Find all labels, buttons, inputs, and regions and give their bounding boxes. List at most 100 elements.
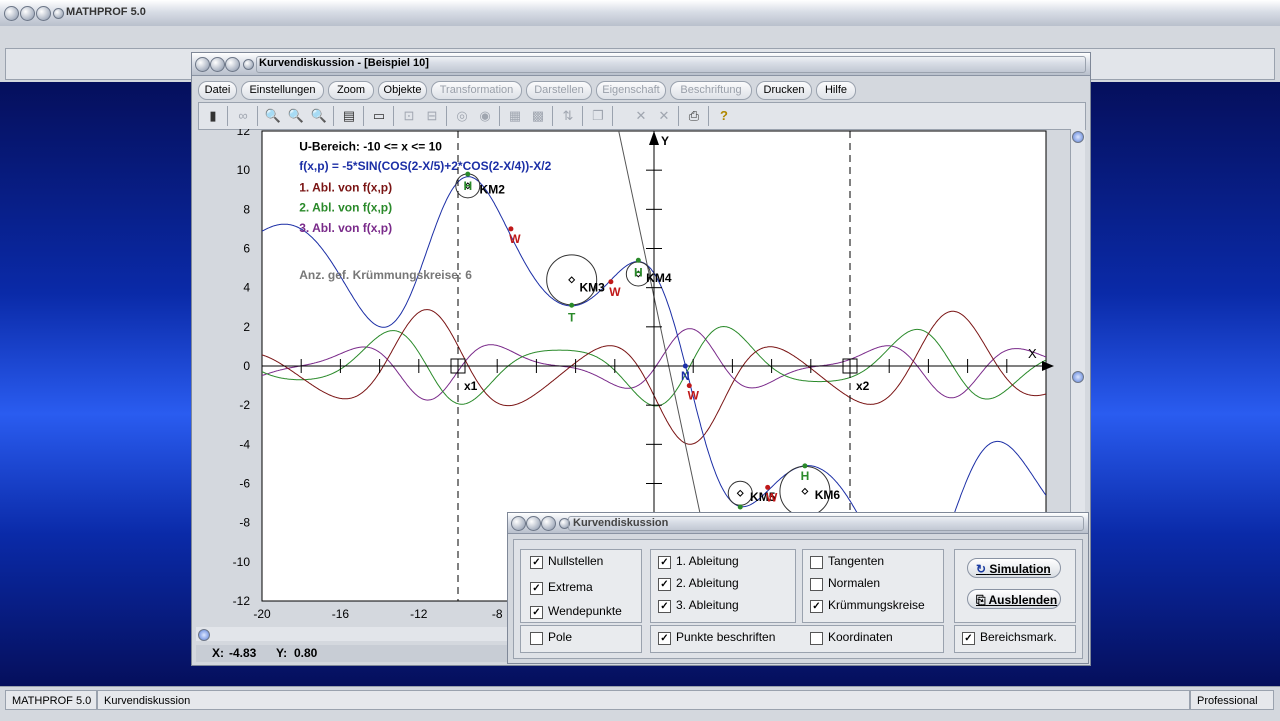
info-deriv3: 3. Abl. von f(x,p) <box>299 221 392 235</box>
curve-panel: Kurvendiskussion ✓ Nullstellen ✓ Extrema… <box>507 512 1089 664</box>
abl1-checkbox[interactable]: ✓ <box>658 556 671 569</box>
x-coord-label: X: <box>212 646 224 660</box>
window-minimize-icon[interactable] <box>210 57 225 72</box>
horizontal-scrollbar[interactable] <box>196 627 516 641</box>
inflection-label: W <box>766 490 778 504</box>
toolbar-separator <box>499 106 500 126</box>
scroll-thumb[interactable] <box>1072 371 1084 383</box>
zoom-in-icon[interactable]: 🔍 <box>309 106 329 126</box>
calculator-icon[interactable]: ▮ <box>203 106 223 126</box>
ausblenden-button[interactable]: ⎘ Ausblenden <box>967 589 1061 609</box>
menu-eigenschaft[interactable]: Eigenschaft <box>596 81 666 100</box>
zoom-icon[interactable]: 🔍 <box>286 106 306 126</box>
hscroll-left-icon[interactable] <box>198 629 210 641</box>
menu-objekte[interactable]: Objekte <box>378 81 427 100</box>
table-icon[interactable]: ▦ <box>505 106 525 126</box>
graph-menubar: Datei Einstellungen Zoom Objekte Transfo… <box>198 79 1083 101</box>
menu-transformation[interactable]: Transformation <box>431 81 522 100</box>
normalen-checkbox[interactable] <box>810 578 823 591</box>
print-icon[interactable]: ⎙ <box>684 106 704 126</box>
panel-minimize-icon[interactable] <box>526 516 541 531</box>
menu-hilfe[interactable]: Hilfe <box>816 81 856 100</box>
kruemmung-checkbox[interactable]: ✓ <box>810 600 823 613</box>
pole-checkbox[interactable] <box>530 632 543 645</box>
app-titlebar: MATHPROF 5.0 <box>0 0 1280 27</box>
zoom-out-icon[interactable]: 🔍 <box>263 106 283 126</box>
extrema-checkbox[interactable]: ✓ <box>530 582 543 595</box>
km6-label: KM6 <box>815 488 841 502</box>
koordinaten-label: Koordinaten <box>828 630 893 644</box>
graph-toolbar: ▮ ∞ 🔍 🔍 🔍 ▤ ▭ ⊡ ⊟ ◎ ◉ ▦ ▩ ⇅ ❐ ✕ ✕ ⎙ ? <box>198 102 1086 130</box>
punkte-checkbox[interactable]: ✓ <box>658 632 671 645</box>
menu-drucken[interactable]: Drucken <box>756 81 812 100</box>
system-menu-icon[interactable] <box>4 6 19 21</box>
y-tick-label: 2 <box>243 320 250 334</box>
x-tick-label: -16 <box>332 607 350 621</box>
max-label: H <box>463 179 472 193</box>
toolbar-separator <box>227 106 228 126</box>
max-label: H <box>801 469 810 483</box>
info-deriv2: 2. Abl. von f(x,p) <box>299 200 392 214</box>
y-tick-label: -8 <box>239 516 250 530</box>
maximum-point <box>802 463 808 469</box>
help-icon[interactable]: ? <box>714 106 734 126</box>
abl3-checkbox[interactable]: ✓ <box>658 600 671 613</box>
delete-icon[interactable]: ✕ <box>631 106 651 126</box>
wendepunkte-checkbox[interactable]: ✓ <box>530 606 543 619</box>
toolbar-separator <box>582 106 583 126</box>
bereich-checkbox[interactable]: ✓ <box>962 632 975 645</box>
menu-beschriftung[interactable]: Beschriftung <box>670 81 752 100</box>
graph-window-titlebar: Kurvendiskussion - [Beispiel 10] <box>192 53 1090 76</box>
y-axis-name: Y <box>661 134 669 148</box>
copy-icon[interactable]: ❐ <box>588 106 608 126</box>
nullstellen-checkbox[interactable]: ✓ <box>530 556 543 569</box>
ausblenden-icon: ⎘ <box>976 593 986 607</box>
simulation-button[interactable]: ↻ Simulation <box>967 558 1061 578</box>
points-icon[interactable]: ⊟ <box>422 106 442 126</box>
delete-all-icon[interactable]: ✕ <box>654 106 674 126</box>
koordinaten-checkbox[interactable] <box>810 632 823 645</box>
window-layout-icon[interactable]: ▭ <box>369 106 389 126</box>
panel-title: Kurvendiskussion <box>573 517 669 529</box>
panel-maximize-icon[interactable] <box>541 516 556 531</box>
panel-titlebar: Kurvendiskussion <box>508 513 1088 534</box>
grid-icon[interactable]: ▩ <box>528 106 548 126</box>
settings-sheet-icon[interactable]: ▤ <box>339 106 359 126</box>
point-icon[interactable]: ⊡ <box>399 106 419 126</box>
window-system-icon[interactable] <box>195 57 210 72</box>
toolbar-separator <box>446 106 447 126</box>
extrema-label: Extrema <box>548 580 593 594</box>
y-coord-label: Y: <box>276 646 288 660</box>
window-maximize-icon[interactable] <box>225 57 240 72</box>
x-tick-label: -20 <box>253 607 271 621</box>
info-range: U-Bereich: -10 <= x <= 10 <box>299 140 442 154</box>
toolbar-separator <box>257 106 258 126</box>
panel-system-icon[interactable] <box>511 516 526 531</box>
min-label: T <box>568 310 576 324</box>
toolbar-separator <box>552 106 553 126</box>
status-module: Kurvendiskussion <box>97 690 1190 710</box>
glasses-icon[interactable]: ∞ <box>233 106 253 126</box>
toolbar-separator <box>612 106 613 126</box>
abl2-checkbox[interactable]: ✓ <box>658 578 671 591</box>
coordinate-readout: X: -4.83 Y: 0.80 <box>196 645 516 662</box>
inflection-point <box>765 484 771 490</box>
menu-zoom[interactable]: Zoom <box>328 81 374 100</box>
menu-einstellungen[interactable]: Einstellungen <box>241 81 324 100</box>
max-label: H <box>634 265 643 279</box>
simulation-label: Simulation <box>989 562 1051 576</box>
km2-label: KM2 <box>480 183 506 197</box>
x-coord-value: -4.83 <box>229 646 257 660</box>
circle-icon[interactable]: ◎ <box>452 106 472 126</box>
range-marker-label: x2 <box>856 379 870 393</box>
y-tick-label: -10 <box>233 555 251 569</box>
status-edition: Professional <box>1190 690 1274 710</box>
menu-darstellen[interactable]: Darstellen <box>526 81 592 100</box>
circle2-icon[interactable]: ◉ <box>475 106 495 126</box>
scroll-up-icon[interactable] <box>1072 131 1084 143</box>
minimize-icon[interactable] <box>20 6 35 21</box>
maximize-icon[interactable] <box>36 6 51 21</box>
tangenten-checkbox[interactable] <box>810 556 823 569</box>
menu-datei[interactable]: Datei <box>198 81 237 100</box>
export-icon[interactable]: ⇅ <box>558 106 578 126</box>
